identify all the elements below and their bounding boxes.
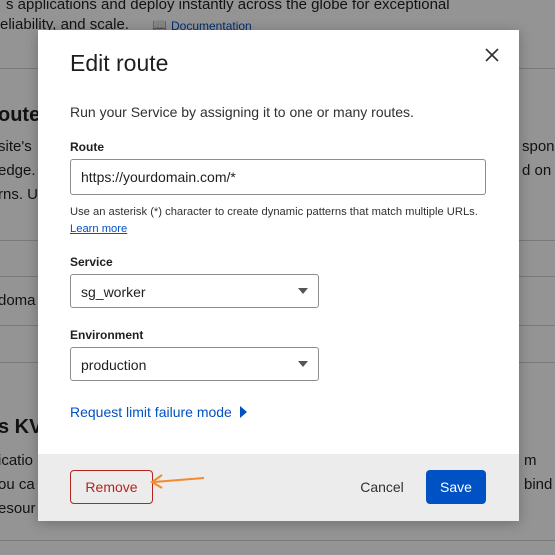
edit-route-dialog: Edit route Run your Service by assigning… (38, 30, 519, 521)
environment-label: Environment (70, 328, 144, 342)
route-help-text: Use an asterisk (*) character to create … (70, 204, 490, 238)
request-limit-label: Request limit failure mode (70, 404, 232, 420)
caret-right-icon (239, 406, 247, 418)
arrow-left-icon (150, 474, 205, 489)
dialog-title: Edit route (70, 50, 169, 76)
cancel-button[interactable]: Cancel (350, 470, 414, 504)
dialog-footer: Remove Cancel Save (38, 454, 519, 521)
environment-select[interactable]: production (70, 347, 319, 381)
route-input[interactable] (70, 159, 486, 195)
service-select[interactable]: sg_worker (70, 274, 319, 308)
route-label: Route (70, 140, 104, 154)
close-button[interactable] (481, 44, 503, 66)
learn-more-link[interactable]: Learn more (70, 223, 127, 235)
route-help-message: Use an asterisk (*) character to create … (70, 206, 478, 218)
caret-down-icon (298, 361, 308, 367)
save-button[interactable]: Save (426, 470, 486, 504)
close-icon (485, 48, 499, 62)
environment-selected-value: production (81, 357, 147, 373)
service-label: Service (70, 255, 113, 269)
remove-button[interactable]: Remove (70, 470, 153, 504)
request-limit-expander[interactable]: Request limit failure mode (70, 404, 247, 420)
service-selected-value: sg_worker (81, 284, 146, 300)
page: s applications and deploy instantly acro… (0, 0, 555, 555)
caret-down-icon (298, 288, 308, 294)
dialog-description: Run your Service by assigning it to one … (70, 104, 414, 120)
